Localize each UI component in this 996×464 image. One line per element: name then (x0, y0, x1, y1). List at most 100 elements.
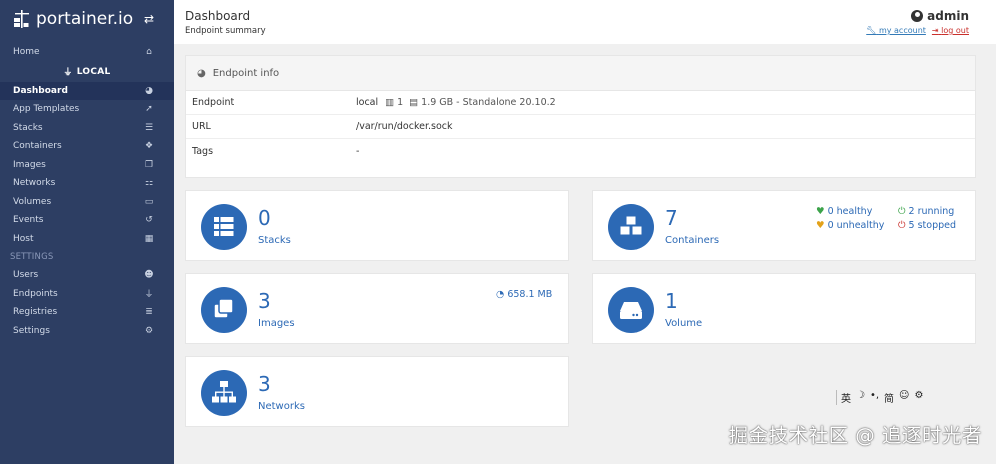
sidebar-item-label: Endpoints (13, 288, 58, 299)
brand[interactable]: portainer.io ⇄ (0, 0, 174, 38)
exchange-icon[interactable]: ⇄ (144, 12, 154, 26)
volumes-count: 1 (665, 289, 678, 313)
cogs-icon: ⚙ (144, 325, 154, 336)
sidebar-item-settings[interactable]: Settings ⚙ (0, 322, 174, 341)
images-count: 3 (258, 289, 271, 313)
hdd-icon: ▭ (144, 196, 154, 207)
stacks-widget[interactable]: 0 Stacks (185, 190, 569, 261)
endpoint-info-heading: ◕ Endpoint info (186, 56, 975, 91)
tags-row: Tags - (186, 139, 975, 163)
tachometer-icon: ◕ (145, 85, 153, 96)
networks-count: 3 (258, 372, 271, 396)
sidebar-item-containers[interactable]: Containers ❖ (0, 137, 174, 156)
images-widget[interactable]: 3 Images ◔ 658.1 MB (185, 273, 569, 344)
moon-icon[interactable]: ☽ (856, 390, 865, 405)
user-name: admin (927, 9, 969, 23)
home-icon: ⌂ (146, 47, 152, 58)
sidebar-item-label: Users (13, 270, 39, 281)
history-icon: ↺ (145, 215, 153, 226)
emoji-icon[interactable]: ☺ (899, 390, 909, 405)
containers-label: Containers (665, 235, 720, 246)
sidebar-item-label: Dashboard (13, 85, 68, 96)
database-icon: ≣ (145, 307, 153, 318)
sidebar-item-label: App Templates (13, 104, 80, 115)
ime-english-toggle[interactable]: 英 (841, 390, 851, 405)
sidebar-item-label: Containers (13, 141, 62, 152)
wrench-icon: 🔧︎ (866, 26, 877, 35)
brand-name: portainer.io (36, 9, 134, 29)
sidebar-item-images[interactable]: Images ❐ (0, 156, 174, 175)
heartbeat-icon: ♥ (816, 206, 825, 217)
my-account-link[interactable]: 🔧︎ my account (866, 26, 926, 35)
power-icon: ⏻ (898, 206, 906, 217)
info-key: Tags (192, 145, 214, 157)
page-title: Dashboard (185, 9, 251, 23)
tachometer-icon: ◕ (197, 67, 206, 79)
clone-icon (201, 287, 247, 333)
sidebar-item-label: Volumes (13, 196, 52, 207)
cubes-icon (608, 204, 654, 250)
sidebar: portainer.io ⇄ Home ⌂ ⏚ LOCAL Dashboard … (0, 0, 174, 464)
punctuation-toggle[interactable]: •, (870, 390, 879, 405)
header-links: 🔧︎ my account ⇥ log out (866, 26, 969, 35)
heartbeat-icon: ♥ (816, 220, 825, 231)
sidebar-item-dashboard[interactable]: Dashboard ◕ (0, 81, 174, 100)
url-row: URL /var/run/docker.sock (186, 115, 975, 139)
sidebar-item-label: Stacks (13, 122, 43, 133)
sidebar-item-users[interactable]: Users ☻ (0, 266, 174, 285)
clone-icon: ❐ (144, 159, 154, 170)
page-header: Dashboard Endpoint summary admin 🔧︎ my a… (174, 0, 996, 44)
cubes-icon: ❖ (144, 141, 154, 152)
sidebar-item-registries[interactable]: Registries ≣ (0, 303, 174, 322)
microchip-icon: ▥ (385, 97, 395, 108)
images-label: Images (258, 318, 295, 329)
pie-chart-icon: ◔ (496, 289, 505, 300)
page-subtitle: Endpoint summary (185, 26, 266, 36)
sidebar-item-label: Registries (13, 307, 58, 318)
th-list-icon (201, 204, 247, 250)
plug-icon: ⏚ (63, 68, 73, 78)
stopped-status: ⏻ 5 stopped (898, 220, 957, 231)
sidebar-item-events[interactable]: Events ↺ (0, 211, 174, 230)
sidebar-endpoint-name: ⏚ LOCAL (63, 66, 111, 79)
volumes-widget[interactable]: 1 Volume (592, 273, 976, 344)
log-out-link[interactable]: ⇥ log out (932, 26, 969, 35)
healthy-status: ♥ 0 healthy (816, 206, 873, 217)
sitemap-icon (201, 370, 247, 416)
sidebar-item-label: Networks (13, 178, 56, 189)
th-icon: ▦ (144, 233, 154, 244)
networks-widget[interactable]: 3 Networks (185, 356, 569, 427)
portainer-logo-icon (14, 10, 29, 28)
memory-icon: ▤ (409, 97, 419, 108)
gear-icon[interactable]: ⚙ (914, 390, 923, 405)
sidebar-item-label: Home (13, 47, 40, 58)
sidebar-item-label: Images (13, 159, 46, 170)
ime-toolbar: 英 ☽ •, 简 ☺ ⚙ (836, 390, 923, 405)
hdd-icon (608, 287, 654, 333)
info-value: - (356, 145, 360, 157)
unhealthy-status: ♥ 0 unhealthy (816, 220, 885, 231)
sidebar-item-label: Host (13, 233, 34, 244)
sidebar-item-host[interactable]: Host ▦ (0, 230, 174, 249)
info-key: URL (192, 121, 211, 132)
users-icon: ☻ (144, 270, 154, 281)
containers-widget[interactable]: 7 Containers ♥ 0 healthy ♥ 0 unhealthy ⏻… (592, 190, 976, 261)
sidebar-item-stacks[interactable]: Stacks ☰ (0, 119, 174, 138)
sidebar-item-volumes[interactable]: Volumes ▭ (0, 193, 174, 212)
simplified-toggle[interactable]: 简 (884, 390, 894, 405)
sidebar-item-networks[interactable]: Networks ⚏ (0, 174, 174, 193)
running-status: ⏻ 2 running (898, 206, 955, 217)
sidebar-item-endpoints[interactable]: Endpoints ⏚ (0, 285, 174, 304)
sidebar-item-home[interactable]: Home ⌂ (0, 43, 174, 62)
sidebar-item-app-templates[interactable]: App Templates ➚ (0, 100, 174, 119)
rocket-icon: ➚ (145, 104, 153, 115)
info-key: Endpoint (192, 97, 235, 108)
info-value: /var/run/docker.sock (356, 121, 453, 132)
sitemap-icon: ⚏ (144, 178, 154, 189)
sidebar-section-settings: SETTINGS (10, 252, 54, 262)
sign-out-icon: ⇥ (931, 26, 939, 35)
endpoint-row: Endpoint local ▥ 1 ▤ 1.9 GB - Standalone… (186, 91, 975, 115)
memory-value: 1.9 GB - Standalone 20.10.2 (421, 97, 556, 108)
info-value: local ▥ 1 ▤ 1.9 GB - Standalone 20.10.2 (356, 97, 556, 108)
stacks-label: Stacks (258, 235, 291, 246)
